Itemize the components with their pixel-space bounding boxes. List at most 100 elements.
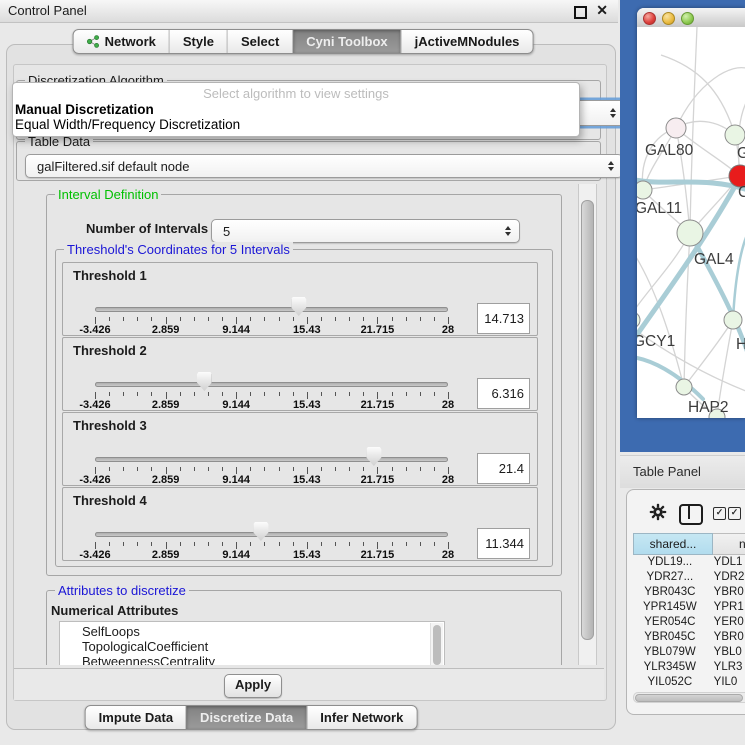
tick-mark	[279, 392, 280, 396]
tick-mark	[109, 542, 110, 546]
slider-thumb[interactable]	[253, 522, 268, 541]
table-row[interactable]: YBR043CYBR0	[633, 585, 745, 600]
list-scrollbar[interactable]	[430, 623, 443, 665]
tab-infer-network[interactable]: Infer Network	[306, 706, 416, 729]
table-data-combobox[interactable]: galFiltered.sif default node	[25, 154, 623, 178]
column-header-name[interactable]: na	[713, 533, 745, 555]
attributes-group: Attributes to discretize Numerical Attri…	[46, 590, 562, 665]
node-gal4[interactable]	[677, 220, 703, 246]
list-item[interactable]: TopologicalCoefficient	[60, 639, 444, 654]
apply-button[interactable]: Apply	[224, 674, 282, 698]
num-intervals-combobox[interactable]: 5	[211, 219, 520, 243]
slider-tick-labels: -3.426 2.859 9.144 15.43 21.715 28	[95, 324, 448, 336]
tick-mark	[377, 392, 378, 399]
node-gcy1[interactable]	[637, 312, 640, 328]
table-row[interactable]: YDR27...YDR2	[633, 570, 745, 585]
node-hap2[interactable]	[676, 379, 692, 395]
slider-thumb[interactable]	[366, 447, 381, 466]
tick-mark	[123, 317, 124, 321]
node-label: C	[738, 184, 745, 201]
column-header-shared-name[interactable]: shared...	[633, 533, 713, 555]
table-row[interactable]: YIL052CYIL0	[633, 675, 745, 690]
close-icon[interactable]: ✕	[596, 2, 608, 19]
tick-mark	[151, 392, 152, 396]
tick-mark	[307, 317, 308, 324]
group-title: Interval Definition	[55, 187, 161, 202]
threshold-value-field[interactable]: 11.344	[477, 528, 530, 559]
close-traffic-light[interactable]	[643, 12, 656, 25]
slider-thumb[interactable]	[291, 297, 306, 316]
node-gal11[interactable]	[637, 181, 652, 199]
table-body[interactable]: YDL19...YDL1YDR27...YDR2YBR043CYBR0YPR14…	[633, 555, 745, 690]
minimize-traffic-light[interactable]	[662, 12, 675, 25]
tick-label: -3.426	[79, 549, 110, 561]
tick-mark	[166, 317, 167, 324]
screen: Control Panel ✕ Discretization Algorithm…	[0, 0, 745, 745]
tick-mark	[321, 392, 322, 396]
table-row[interactable]: YBL079WYBL0	[633, 645, 745, 660]
tick-label: 15.43	[293, 399, 321, 411]
table-panel-title: Table Panel	[633, 464, 701, 479]
tab-network[interactable]: Network	[74, 30, 169, 53]
network-nodes[interactable]	[637, 118, 745, 418]
group-title: Threshold's Coordinates for 5 Intervals	[64, 242, 293, 257]
gear-icon[interactable]	[649, 503, 667, 521]
network-canvas[interactable]: GAL80 GA C GAL11 GAL4 GCY1 H HAP2	[637, 27, 745, 418]
dropdown-option-manual[interactable]: Manual Discretization	[13, 102, 579, 117]
threshold-label: Threshold 3	[73, 418, 147, 433]
tick-label: 28	[442, 549, 454, 561]
scrollbar-thumb[interactable]	[581, 200, 594, 640]
columns-icon[interactable]	[679, 504, 703, 525]
tick-mark	[349, 542, 350, 546]
tick-mark	[151, 317, 152, 321]
slider-thumb[interactable]	[197, 372, 212, 391]
list-item[interactable]: BetweennessCentrality	[60, 654, 444, 665]
table-hscrollbar[interactable]	[633, 692, 745, 703]
tick-mark	[137, 542, 138, 546]
zoom-traffic-light[interactable]	[681, 12, 694, 25]
threshold-panel: Threshold 4 -3.426 2.859 9.144 15.43 21.…	[62, 487, 538, 561]
table-row[interactable]: YER054CYER0	[633, 615, 745, 630]
settings-scrollbar[interactable]	[578, 184, 597, 665]
tick-mark	[166, 392, 167, 399]
cell-shared-name: YDR27...	[633, 570, 707, 585]
scrollbar-thumb[interactable]	[635, 694, 743, 703]
checkbox-icon[interactable]: ✓	[728, 507, 741, 520]
threshold-value-field[interactable]: 14.713	[477, 303, 530, 334]
tab-select[interactable]: Select	[227, 30, 292, 53]
tab-jactivemnodules[interactable]: jActiveMNodules	[401, 30, 533, 53]
tick-mark	[222, 542, 223, 546]
table-row[interactable]: YPR145WYPR1	[633, 600, 745, 615]
table-row[interactable]: YLR345WYLR3	[633, 660, 745, 675]
cyni-toolbox-content: Discretization Algorithm Table Data galF…	[13, 64, 607, 701]
tab-discretize-data[interactable]: Discretize Data	[186, 706, 306, 729]
tick-label: 2.859	[152, 324, 180, 336]
tick-label: 21.715	[361, 474, 395, 486]
tab-impute-data[interactable]: Impute Data	[86, 706, 186, 729]
checkbox-icon[interactable]: ✓	[713, 507, 726, 520]
threshold-value-field[interactable]: 21.4	[477, 453, 530, 484]
tick-mark	[434, 542, 435, 546]
list-item[interactable]: SelfLoops	[60, 624, 444, 639]
threshold-value-field[interactable]: 6.316	[477, 378, 530, 409]
node-ga[interactable]	[725, 125, 745, 145]
tick-mark	[363, 317, 364, 321]
table-row[interactable]: YBR045CYBR0	[633, 630, 745, 645]
table-row[interactable]: YDL19...YDL1	[633, 555, 745, 570]
tick-mark	[123, 542, 124, 546]
tick-mark	[264, 392, 265, 396]
tick-mark	[335, 542, 336, 546]
network-window-titlebar[interactable]	[637, 8, 745, 28]
tick-mark	[434, 467, 435, 471]
node-h[interactable]	[724, 311, 742, 329]
node-gal80[interactable]	[666, 118, 686, 138]
tab-style[interactable]: Style	[169, 30, 227, 53]
tick-mark	[377, 467, 378, 474]
float-window-icon[interactable]	[574, 6, 587, 19]
dropdown-option-equal-width[interactable]: Equal Width/Frequency Discretization	[13, 117, 579, 132]
table-data-value: galFiltered.sif default node	[37, 159, 189, 174]
tick-mark	[406, 392, 407, 396]
attributes-list[interactable]: SelfLoops TopologicalCoefficient Between…	[59, 621, 445, 665]
tab-cyni-toolbox[interactable]: Cyni Toolbox	[292, 30, 400, 53]
tick-mark	[95, 317, 96, 324]
